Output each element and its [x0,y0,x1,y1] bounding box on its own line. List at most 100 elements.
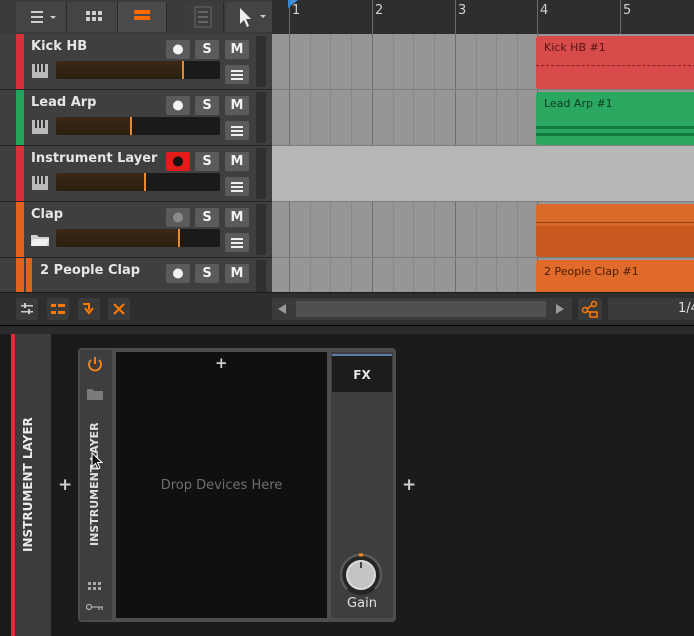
menu-icon [231,182,243,192]
automation-button[interactable] [578,298,602,320]
menu-icon [231,238,243,248]
solo-button[interactable]: S [195,96,219,115]
track-header[interactable]: Lead Arp S M [0,90,272,146]
track-scrollbar[interactable] [256,204,266,255]
track-name: Clap [31,207,64,222]
mix-view-button[interactable] [183,2,224,32]
grid-icon[interactable] [88,582,102,594]
fx-button[interactable]: FX [332,354,392,392]
record-icon [173,44,183,55]
add-device-button[interactable]: + [215,354,228,372]
clip[interactable]: Lead Arp #1 [536,92,694,145]
pointer-icon [240,8,266,27]
add-device-after-button[interactable]: + [402,475,416,495]
track-header[interactable]: Instrument Layer S M [0,146,272,202]
record-arm-button[interactable] [166,40,190,59]
track-menu-button[interactable] [225,65,249,84]
track-scrollbar[interactable] [256,260,266,292]
scroll-right-icon [556,304,564,314]
volume-slider[interactable] [56,61,220,79]
clip[interactable]: 2 People Clap #1 [536,260,694,292]
scroll-left-icon [278,304,286,314]
panel-divider[interactable] [0,326,694,334]
clip-title: Lead Arp #1 [544,97,613,110]
track-color-strip [16,34,24,89]
track-menu-button[interactable] [225,121,249,140]
solo-button[interactable]: S [195,208,219,227]
track-scrollbar[interactable] [256,36,266,87]
mixer-icon [194,6,212,28]
top-toolbar [0,0,273,34]
track-color-strip [16,90,24,145]
grid-icon [86,11,102,21]
arranger-footer: 1/4 [0,292,694,325]
settings-toggle-button[interactable] [16,298,38,320]
follow-button[interactable] [78,298,100,320]
key-icon[interactable] [86,602,104,612]
arrange-view-button[interactable] [118,2,167,32]
sliders-icon [21,303,33,314]
track-color-strip [16,146,24,201]
track-list-button[interactable] [47,298,69,320]
mute-button[interactable]: M [225,208,249,227]
track-header[interactable]: Clap S M [0,202,272,258]
record-icon [173,212,183,223]
timeline-ruler[interactable]: 1 2 3 4 5 [272,0,694,34]
mute-button[interactable]: M [225,264,249,283]
track-header[interactable]: 2 People Clap S M [0,258,272,292]
pointer-tool-button[interactable] [226,2,273,32]
mute-button[interactable]: M [225,40,249,59]
page-number: 1/4 [678,301,694,316]
layer-color-strip [11,334,15,636]
track-scrollbar[interactable] [256,92,266,143]
track-color-strip [16,202,24,257]
track-name: Lead Arp [31,95,97,110]
solo-button[interactable]: S [195,152,219,171]
folder-icon [31,235,49,246]
clip[interactable]: Kick HB #1 [536,36,694,89]
record-arm-button[interactable] [166,96,190,115]
power-icon[interactable] [87,356,103,372]
track-name: Instrument Layer [31,151,158,166]
node-graph-icon [581,300,598,318]
mute-button[interactable]: M [225,96,249,115]
solo-button[interactable]: S [195,40,219,59]
piano-icon [32,64,48,78]
clip-title: 2 People Clap #1 [544,265,639,278]
volume-slider[interactable] [56,229,220,247]
arrangement-timeline[interactable]: Kick HB #1 Lead Arp #1 2 People Clap #1 [272,34,694,292]
record-icon [173,156,183,167]
solo-button[interactable]: S [195,264,219,283]
grid-view-button[interactable] [67,2,118,32]
record-arm-button[interactable] [166,208,190,227]
track-lane[interactable] [272,146,694,202]
track-menu-button[interactable] [225,233,249,252]
nested-track-color-strip [26,258,32,292]
folder-icon[interactable] [87,388,103,401]
gain-label: Gain [347,596,377,611]
volume-slider[interactable] [56,117,220,135]
record-icon [173,100,183,111]
horizontal-scrollbar[interactable] [272,298,572,320]
record-arm-button[interactable] [166,264,190,283]
layer-label-column: INSTRUMENT LAYER [11,334,51,636]
add-device-before-button[interactable]: + [58,475,72,495]
mute-button[interactable]: M [225,152,249,171]
track-scrollbar[interactable] [256,148,266,199]
track-menu-button[interactable] [225,177,249,196]
record-arm-button[interactable] [166,152,190,171]
scrollbar-thumb[interactable] [296,301,546,317]
close-icon [113,303,125,315]
layer-label: INSTRUMENT LAYER [21,417,35,552]
volume-slider[interactable] [56,173,220,191]
list-menu-button[interactable] [16,2,67,32]
gain-knob[interactable] [338,552,384,598]
clip[interactable] [536,204,694,257]
clip-title: Kick HB #1 [544,41,606,54]
track-name: Kick HB [31,39,88,54]
delete-button[interactable] [108,298,130,320]
list-icon [31,11,56,23]
track-header[interactable]: Kick HB S M [0,34,272,90]
track-color-strip [16,258,24,292]
page-indicator: 1/4 [608,298,694,320]
